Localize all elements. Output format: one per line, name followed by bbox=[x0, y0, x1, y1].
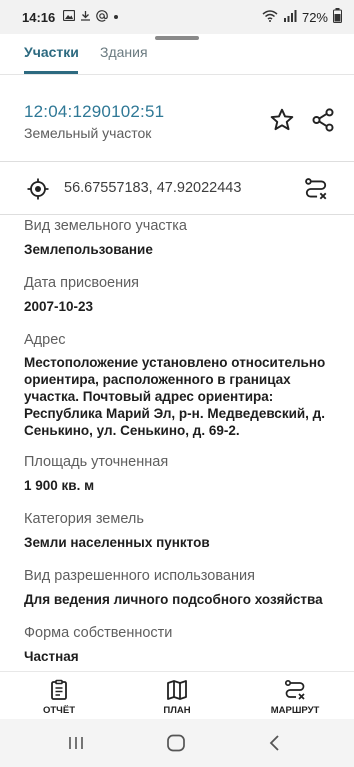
signal-icon bbox=[283, 9, 297, 25]
field-label-ownership: Форма собственности bbox=[24, 625, 173, 641]
recents-icon[interactable] bbox=[66, 735, 86, 756]
dot-icon bbox=[113, 11, 119, 23]
field-value-plot-kind: Землепользование bbox=[24, 242, 153, 257]
share-icon[interactable] bbox=[309, 106, 337, 134]
field-value-land-category: Земли населенных пунктов bbox=[24, 535, 210, 550]
system-nav-bar bbox=[0, 719, 354, 767]
bottom-sheet: Участки Здания 12:04:1290102:51 Земельны… bbox=[0, 34, 354, 671]
wifi-icon bbox=[262, 9, 278, 25]
tab-bar: Участки Здания bbox=[0, 34, 354, 74]
plan-button[interactable]: ПЛАН bbox=[118, 672, 236, 720]
field-value-ownership: Частная bbox=[24, 649, 79, 664]
location-target-icon[interactable] bbox=[24, 175, 52, 203]
report-button[interactable]: ОТЧЁТ bbox=[0, 672, 118, 720]
download-icon bbox=[80, 10, 91, 24]
field-label-date: Дата присвоения bbox=[24, 275, 140, 291]
object-type: Земельный участок bbox=[24, 125, 152, 141]
coords-divider bbox=[0, 214, 354, 215]
field-value-area: 1 900 кв. м bbox=[24, 478, 95, 493]
back-icon[interactable] bbox=[268, 734, 282, 757]
cadastral-number[interactable]: 12:04:1290102:51 bbox=[24, 102, 164, 122]
field-label-land-category: Категория земель bbox=[24, 511, 144, 527]
battery-icon bbox=[333, 8, 342, 26]
plan-label: ПЛАН bbox=[163, 705, 191, 716]
tab-buildings[interactable]: Здания bbox=[100, 44, 148, 60]
battery-percent: 72% bbox=[301, 9, 328, 25]
favorite-star-icon[interactable] bbox=[268, 106, 296, 134]
report-label: ОТЧЁТ bbox=[42, 705, 76, 716]
tabs-divider bbox=[0, 74, 354, 75]
field-label-area: Площадь уточненная bbox=[24, 454, 169, 470]
at-icon bbox=[96, 9, 109, 25]
field-value-permitted-use: Для ведения личного подсобного хозяйства bbox=[24, 592, 323, 607]
coordinates-text[interactable]: 56.67557183, 47.92022443 bbox=[64, 180, 241, 196]
bottom-action-bar: ОТЧЁТ ПЛАН МАРШРУТ bbox=[0, 671, 354, 720]
field-value-date: 2007-10-23 bbox=[24, 299, 94, 314]
map-icon bbox=[165, 678, 189, 702]
field-label-address: Адрес bbox=[24, 332, 66, 348]
header-divider bbox=[0, 161, 354, 162]
status-right: 72% bbox=[262, 0, 342, 34]
notification-icons bbox=[63, 9, 119, 25]
field-value-address: Местоположение установлено относительно … bbox=[24, 355, 326, 438]
route-button[interactable]: МАРШРУТ bbox=[236, 672, 354, 720]
route-icon bbox=[283, 678, 307, 702]
route-label: МАРШРУТ bbox=[270, 705, 320, 716]
route-cancel-icon[interactable] bbox=[302, 175, 330, 203]
status-bar: 14:16 72% bbox=[0, 0, 354, 34]
image-notification-icon bbox=[63, 9, 76, 24]
home-icon[interactable] bbox=[166, 734, 186, 757]
clipboard-icon bbox=[47, 678, 71, 702]
status-time: 14:16 bbox=[22, 9, 56, 25]
tab-plots[interactable]: Участки bbox=[24, 44, 79, 60]
field-label-permitted-use: Вид разрешенного использования bbox=[24, 568, 255, 584]
field-label-plot-kind: Вид земельного участка bbox=[24, 218, 187, 234]
